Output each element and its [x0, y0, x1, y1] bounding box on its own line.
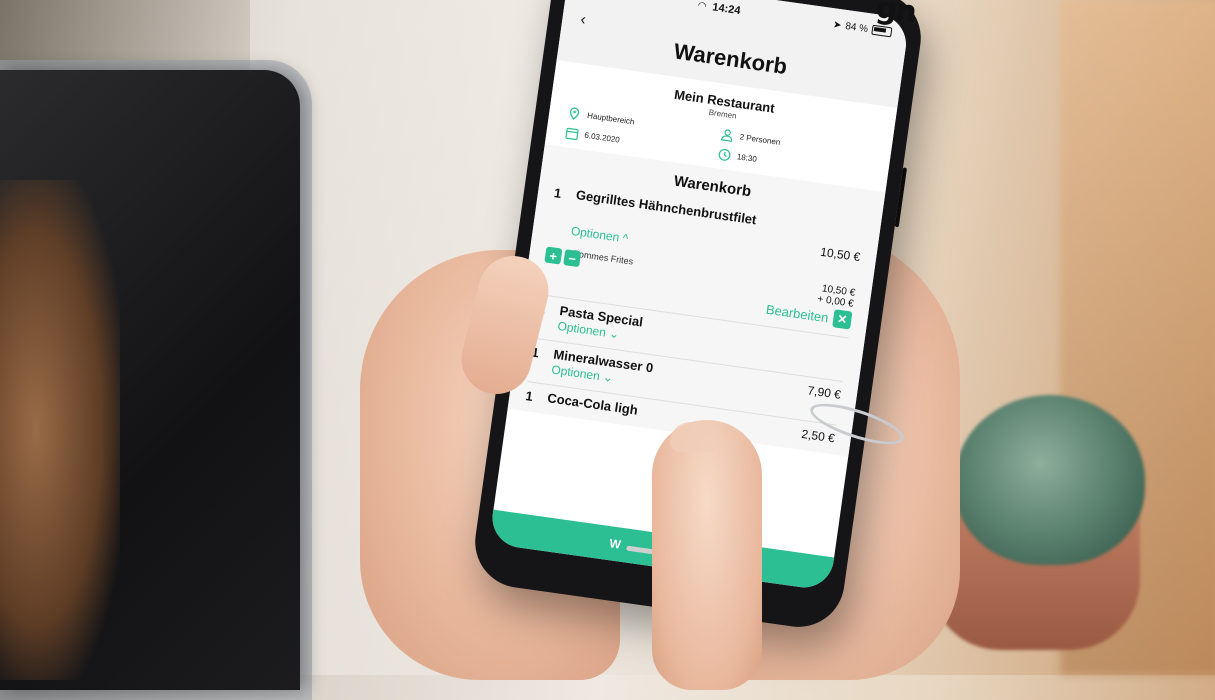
map-pin-icon [567, 105, 583, 121]
brand-logo: gn [873, 0, 918, 31]
person-icon [719, 127, 735, 143]
persons-label: 2 Personen [739, 131, 781, 147]
increase-button[interactable]: + [544, 246, 563, 265]
right-thumb [652, 420, 762, 690]
time-label: 18:30 [736, 151, 758, 164]
item-quantity: 1 [524, 388, 534, 404]
area-label: Hauptbereich [586, 110, 636, 126]
date-label: 6.03.2020 [583, 130, 621, 145]
item-quantity: 1 [553, 185, 563, 201]
location-arrow-icon: ➤ [832, 18, 843, 31]
thumb-nail [670, 422, 720, 452]
clock-icon [716, 146, 732, 162]
background-hair [0, 180, 120, 680]
battery-percent: 84 % [844, 20, 869, 35]
checkout-label: W [608, 536, 622, 552]
calendar-icon [564, 125, 580, 141]
cactus-plant [955, 395, 1145, 565]
item-price: 2,50 € [800, 426, 836, 446]
wifi-icon: ◠ [697, 0, 708, 12]
phone-side-button [894, 167, 908, 228]
status-time: 14:24 [711, 1, 742, 18]
remove-item-button[interactable]: ✕ [832, 309, 853, 330]
decrease-button[interactable]: − [563, 249, 582, 268]
